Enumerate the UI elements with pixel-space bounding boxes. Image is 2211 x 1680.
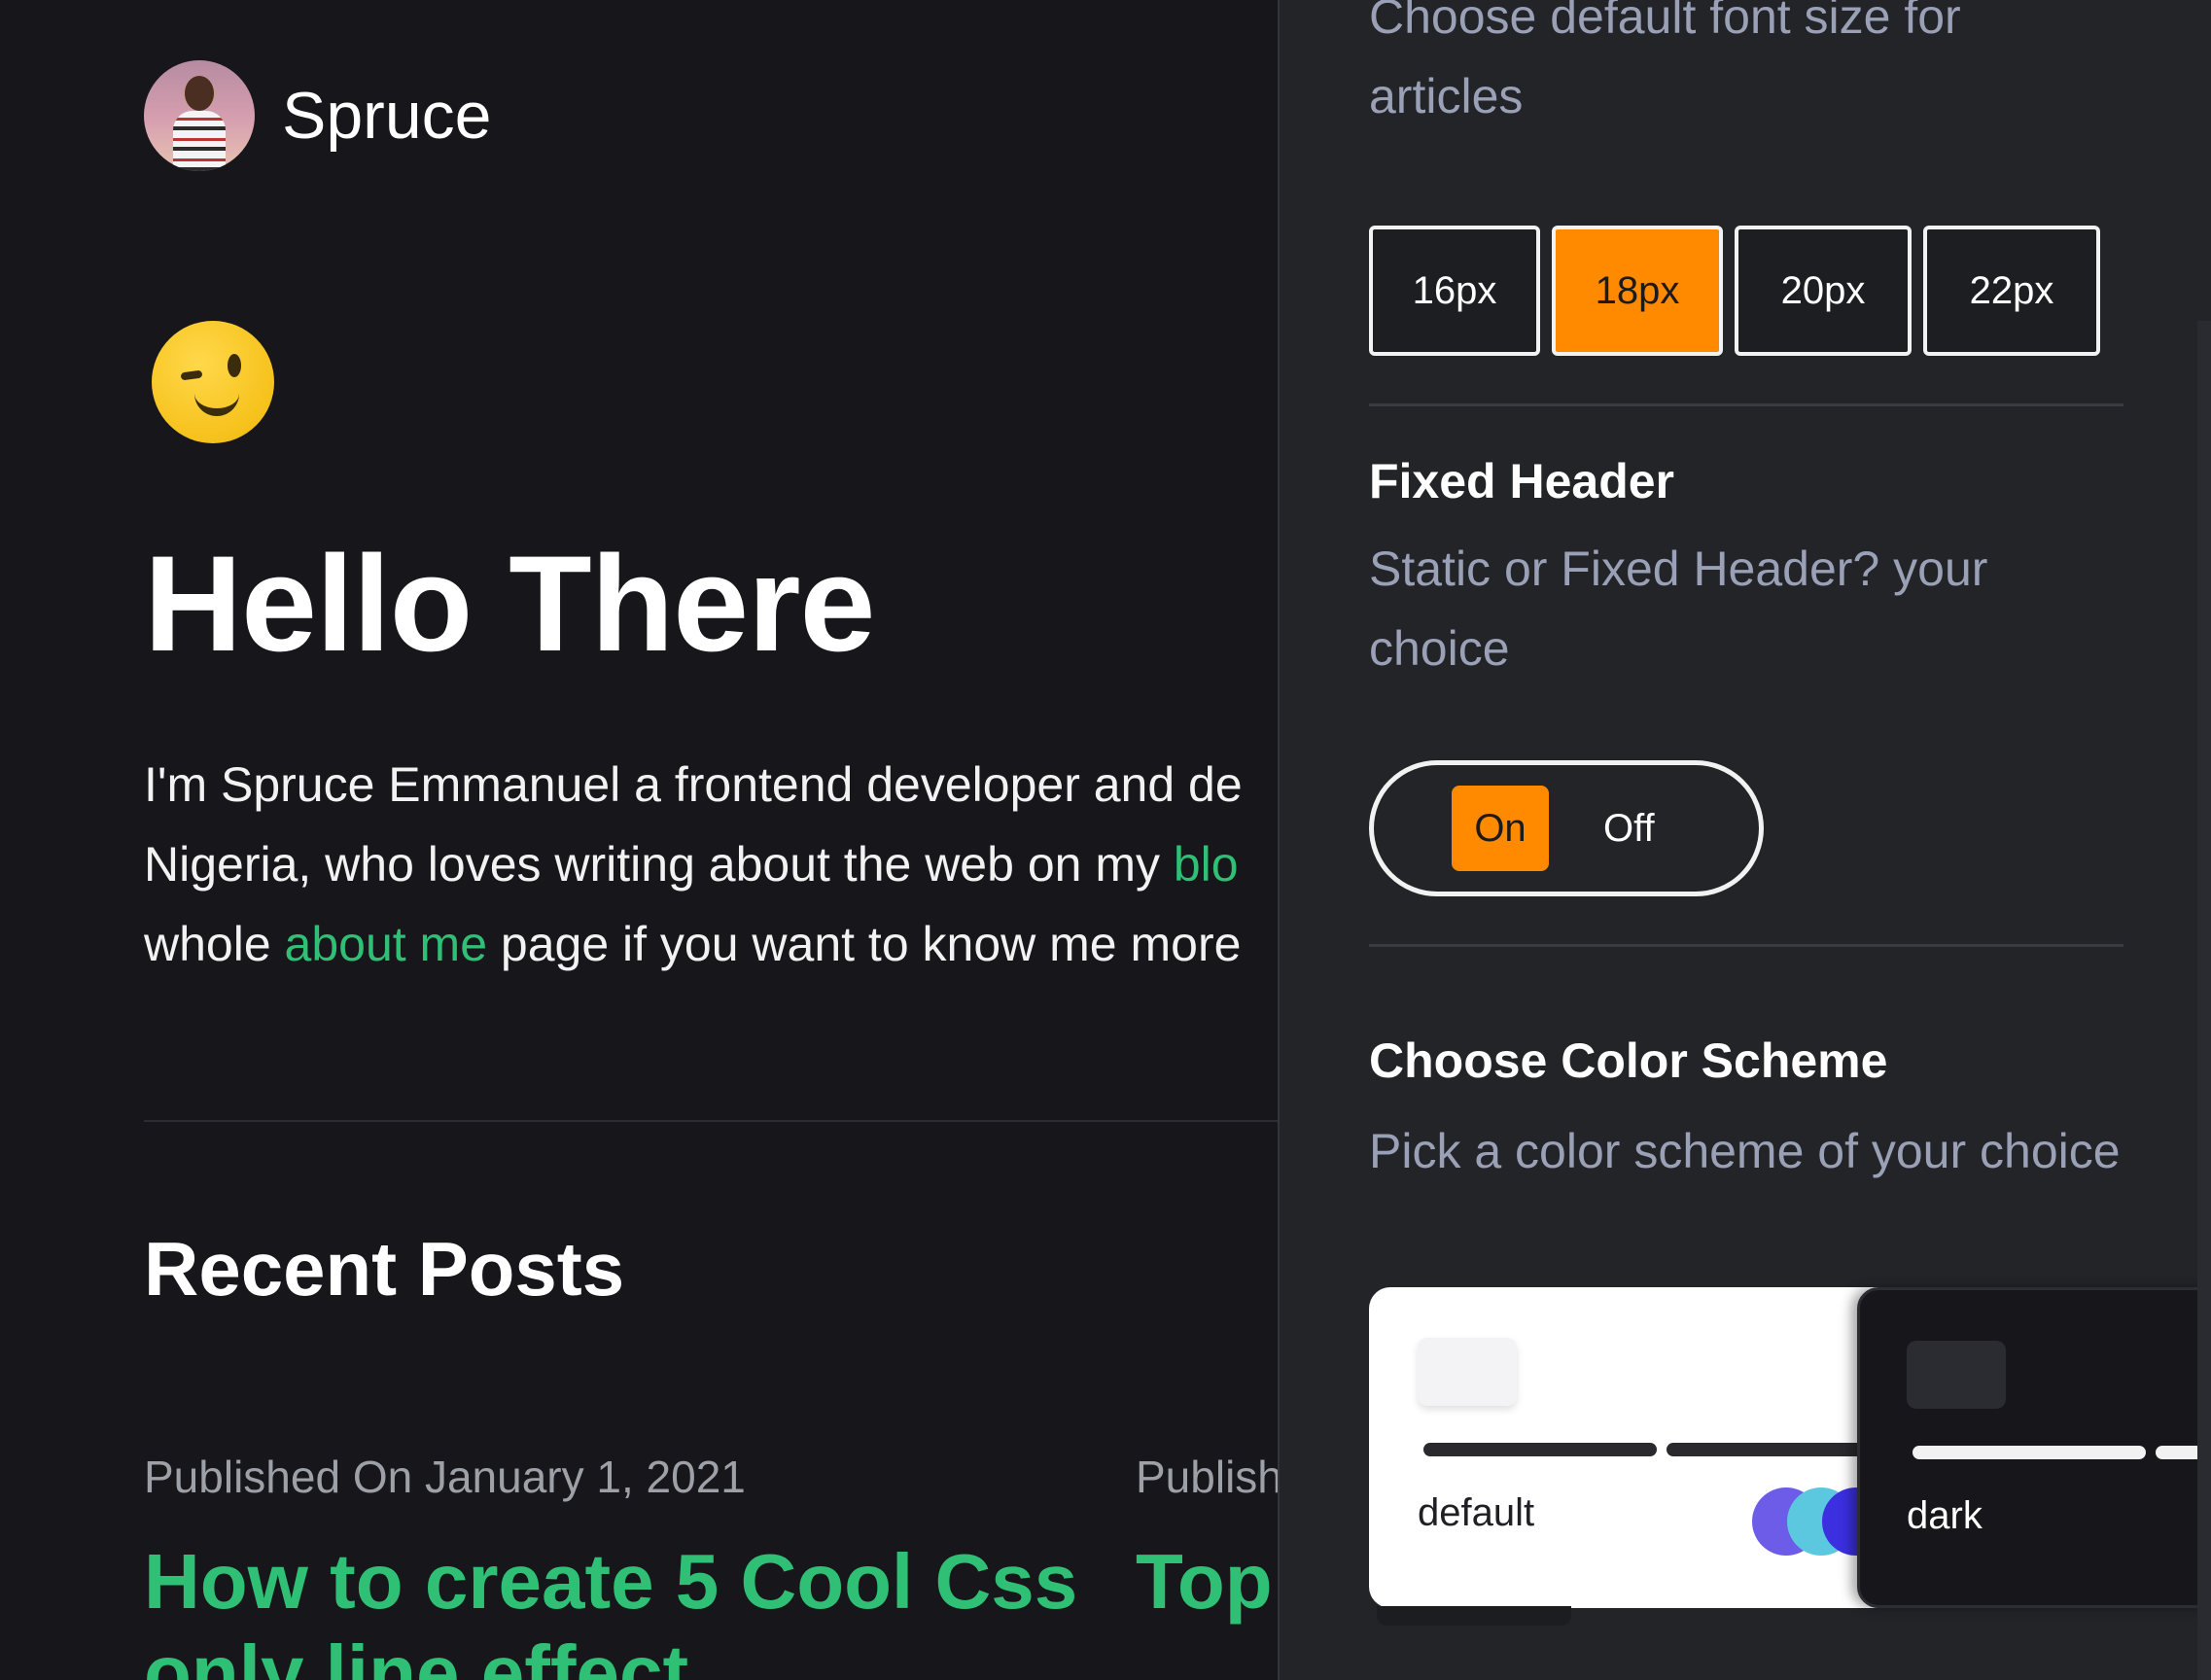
settings-panel: Choose default font size for articles 16… [1278, 0, 2211, 1680]
post-title-link[interactable]: How to create 5 Cool Css only line effec… [144, 1536, 1155, 1680]
font-size-description: Choose default font size for articles [1369, 0, 1961, 123]
scheme-preview-bar [1423, 1443, 1657, 1456]
recent-posts-heading: Recent Posts [144, 1226, 625, 1312]
hero-title: Hello There [144, 527, 875, 680]
fixed-header-title: Fixed Header [1369, 454, 1675, 508]
intro-line-3-text: whole [144, 917, 285, 971]
toggle-off-option[interactable]: Off [1603, 786, 1655, 871]
scheme-preview-chip [1907, 1341, 2006, 1409]
font-size-22-button[interactable]: 22px [1923, 226, 2100, 356]
wink-emoji-icon [152, 321, 274, 443]
scheme-label-dark: dark [1907, 1494, 1983, 1537]
font-size-options: 16px 18px 20px 22px [1369, 226, 2100, 356]
avatar-body [173, 111, 226, 171]
intro-paragraph: I'm Spruce Emmanuel a frontend developer… [144, 745, 1278, 984]
settings-divider [1369, 944, 2123, 947]
scheme-card-dark[interactable]: dark [1857, 1287, 2211, 1608]
intro-line-3: whole about me page if you want to know … [144, 904, 1278, 984]
post-card[interactable]: Published On January 1, 2021 How to crea… [144, 1451, 1155, 1680]
color-scheme-description: Pick a color scheme of your choice [1369, 1124, 2121, 1178]
toggle-on-option[interactable]: On [1452, 786, 1549, 871]
blog-page: Spruce Hello There I'm Spruce Emmanuel a… [0, 0, 1278, 1680]
intro-line-1: I'm Spruce Emmanuel a frontend developer… [144, 757, 1243, 812]
post-date: Published On January 1, 2021 [144, 1452, 746, 1502]
font-size-20-button[interactable]: 20px [1735, 226, 1912, 356]
intro-line-3-tail: page if you want to know me more [487, 917, 1242, 971]
font-size-16-button[interactable]: 16px [1369, 226, 1540, 356]
emoji-mouth [194, 393, 239, 416]
scrollbar[interactable] [2197, 321, 2211, 1680]
scheme-preview-bar [1667, 1443, 1880, 1456]
post-title-link[interactable]: Top Met [1136, 1536, 1278, 1628]
intro-line-2: Nigeria, who loves writing about the web… [144, 824, 1278, 904]
avatar [144, 60, 255, 171]
fixed-header-toggle[interactable]: On Off [1369, 760, 1764, 896]
site-brand[interactable]: Spruce [144, 60, 491, 171]
about-me-link[interactable]: about me [285, 917, 487, 971]
emoji-eye-right [228, 354, 241, 377]
fixed-header-description: Static or Fixed Header? your choice [1369, 542, 1988, 676]
scheme-label-default: default [1418, 1491, 1535, 1534]
scheme-preview-chip [1418, 1338, 1517, 1406]
scheme-preview-bar [1913, 1446, 2146, 1459]
post-date: Publish [1136, 1452, 1278, 1502]
avatar-head [185, 76, 214, 111]
settings-divider [1369, 403, 2123, 406]
blog-link[interactable]: blo [1174, 837, 1239, 892]
section-divider [144, 1120, 1278, 1122]
post-card[interactable]: Publish Top Met [1136, 1451, 1278, 1628]
emoji-eye-left [180, 369, 203, 381]
brand-name[interactable]: Spruce [282, 78, 491, 154]
intro-line-2-text: Nigeria, who loves writing about the web… [144, 837, 1174, 892]
color-scheme-title: Choose Color Scheme [1369, 1033, 1888, 1088]
card-shadow [1377, 1606, 1571, 1626]
scheme-card-default[interactable]: default [1369, 1287, 1933, 1608]
font-size-18-button[interactable]: 18px [1552, 226, 1723, 356]
